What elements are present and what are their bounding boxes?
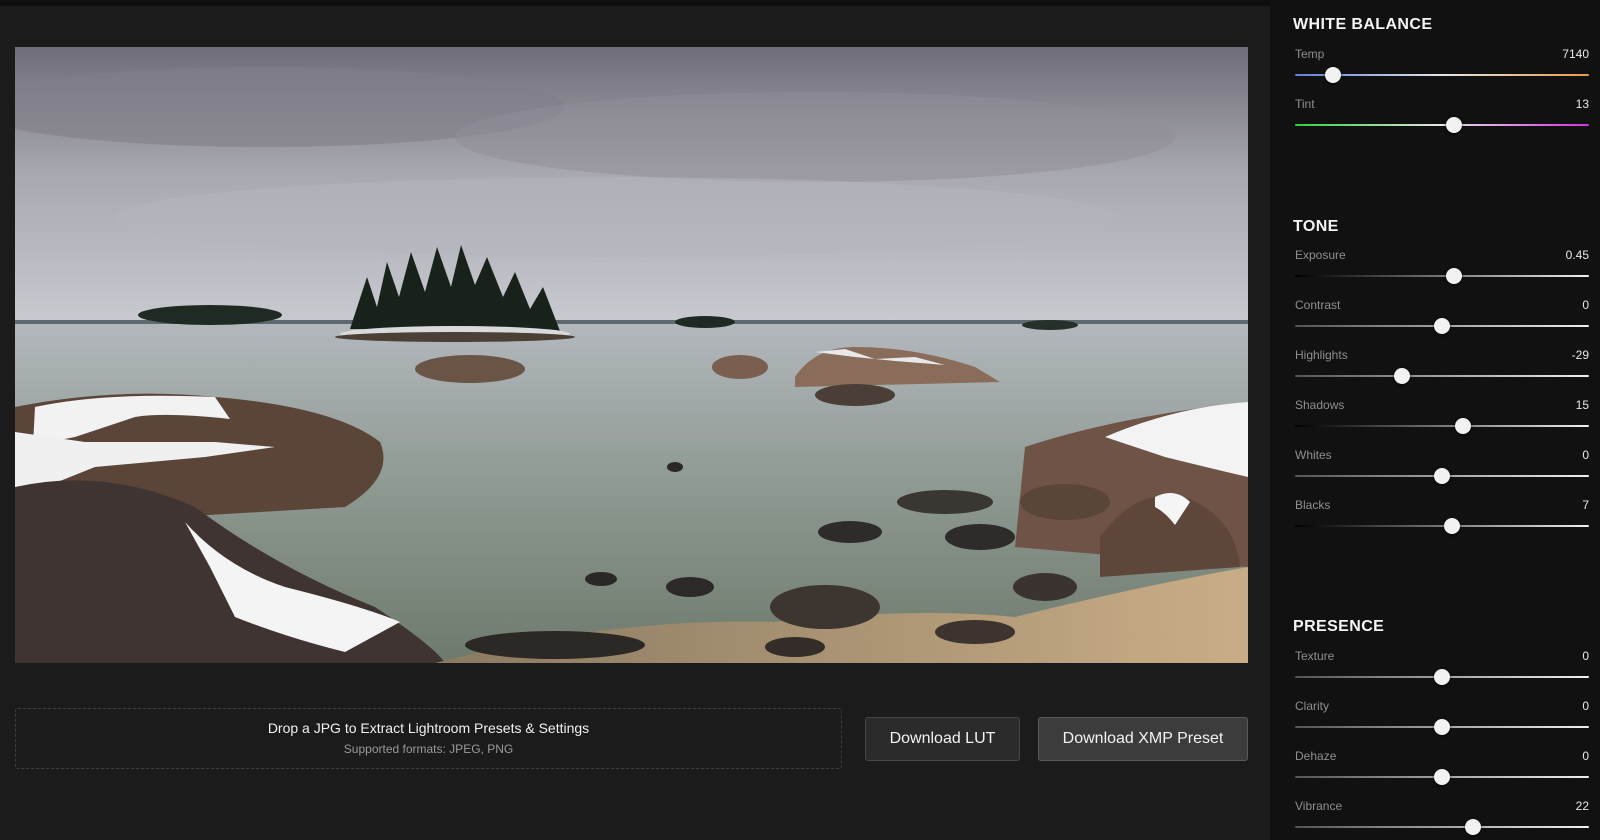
slider-shadows-value: 15 (1575, 398, 1589, 412)
download-xmp-preset-button[interactable]: Download XMP Preset (1038, 717, 1248, 761)
slider-blacks: Blacks 7 (1295, 498, 1589, 546)
slider-blacks-thumb[interactable] (1444, 518, 1461, 534)
slider-tint-track[interactable] (1295, 124, 1589, 126)
slider-tint-thumb[interactable] (1445, 117, 1462, 133)
slider-temp-value: 7140 (1562, 47, 1589, 61)
slider-highlights-track[interactable] (1295, 375, 1589, 377)
slider-vibrance: Vibrance 22 (1295, 799, 1589, 840)
slider-exposure-track[interactable] (1295, 275, 1589, 277)
slider-contrast-label: Contrast (1295, 298, 1341, 312)
slider-shadows-label: Shadows (1295, 398, 1345, 412)
slider-highlights-value: -29 (1571, 348, 1589, 362)
slider-whites-thumb[interactable] (1434, 468, 1450, 484)
preview-image (15, 47, 1248, 663)
slider-exposure: Exposure 0.45 (1295, 248, 1589, 296)
slider-blacks-track[interactable] (1295, 525, 1589, 527)
slider-clarity-value: 0 (1582, 699, 1589, 713)
slider-highlights: Highlights -29 (1295, 348, 1589, 396)
slider-dehaze-label: Dehaze (1295, 749, 1337, 763)
slider-vibrance-label: Vibrance (1295, 799, 1343, 813)
slider-texture-value: 0 (1582, 649, 1589, 663)
slider-dehaze-value: 0 (1582, 749, 1589, 763)
slider-blacks-value: 7 (1582, 498, 1589, 512)
slider-vibrance-thumb[interactable] (1464, 819, 1481, 835)
slider-exposure-label: Exposure (1295, 248, 1346, 262)
slider-tint: Tint 13 (1295, 97, 1589, 145)
slider-vibrance-value: 22 (1575, 799, 1589, 813)
slider-contrast: Contrast 0 (1295, 298, 1589, 346)
slider-whites-value: 0 (1582, 448, 1589, 462)
slider-temp-label: Temp (1295, 47, 1325, 61)
landscape-photo (15, 47, 1248, 663)
slider-texture: Texture 0 (1295, 649, 1589, 697)
slider-highlights-label: Highlights (1295, 348, 1348, 362)
presence-title: PRESENCE (1293, 618, 1385, 635)
slider-exposure-thumb[interactable] (1445, 268, 1462, 284)
slider-whites: Whites 0 (1295, 448, 1589, 496)
slider-clarity-label: Clarity (1295, 699, 1330, 713)
slider-texture-label: Texture (1295, 649, 1335, 663)
slider-clarity: Clarity 0 (1295, 699, 1589, 747)
slider-texture-thumb[interactable] (1434, 669, 1450, 685)
slider-highlights-thumb[interactable] (1394, 368, 1411, 384)
tone-title: TONE (1293, 218, 1339, 235)
slider-vibrance-track[interactable] (1295, 826, 1589, 828)
slider-shadows: Shadows 15 (1295, 398, 1589, 446)
white-balance-title: WHITE BALANCE (1293, 16, 1433, 33)
slider-shadows-thumb[interactable] (1454, 418, 1471, 434)
slider-dehaze-thumb[interactable] (1434, 769, 1450, 785)
slider-tint-label: Tint (1295, 97, 1315, 111)
adjustments-panel: WHITE BALANCE TONE PRESENCE Temp 7140 Tint… (1270, 0, 1600, 840)
slider-shadows-track[interactable] (1295, 425, 1589, 427)
slider-temp: Temp 7140 (1295, 47, 1589, 95)
slider-tint-value: 13 (1575, 97, 1589, 111)
slider-exposure-value: 0.45 (1565, 248, 1589, 262)
dropzone-subtitle: Supported formats: JPEG, PNG (343, 742, 514, 756)
slider-dehaze: Dehaze 0 (1295, 749, 1589, 797)
download-lut-button[interactable]: Download LUT (865, 717, 1020, 761)
main-area: Drop a JPG to Extract Lightroom Presets … (0, 6, 1270, 840)
file-dropzone[interactable]: Drop a JPG to Extract Lightroom Presets … (15, 708, 842, 769)
slider-whites-label: Whites (1295, 448, 1332, 462)
slider-contrast-thumb[interactable] (1434, 318, 1450, 334)
dropzone-title: Drop a JPG to Extract Lightroom Presets … (267, 720, 590, 736)
slider-clarity-thumb[interactable] (1434, 719, 1450, 735)
slider-blacks-label: Blacks (1295, 498, 1331, 512)
slider-temp-thumb[interactable] (1325, 67, 1342, 83)
slider-contrast-value: 0 (1582, 298, 1589, 312)
